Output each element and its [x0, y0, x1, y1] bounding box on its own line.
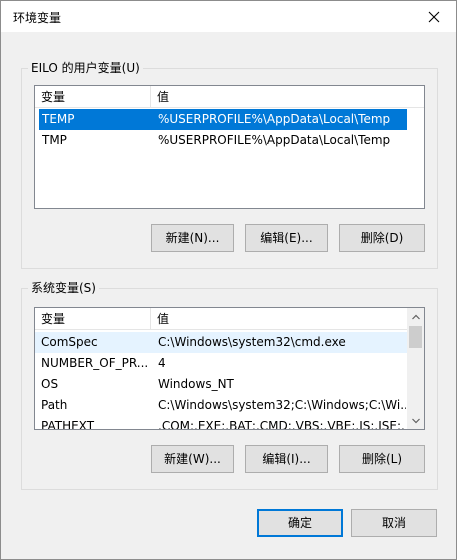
close-button[interactable]	[412, 1, 456, 32]
chevron-down-icon	[411, 418, 420, 423]
user-vars-list-header: 变量 值	[35, 86, 424, 108]
user-edit-button[interactable]: 编辑(E)...	[245, 224, 328, 252]
system-var-value: C:\Windows\system32\cmd.exe	[158, 335, 346, 349]
scroll-down-button[interactable]	[407, 412, 424, 429]
system-vars-group: 系统变量(S) 变量 值 ComSpec C:\Windows\system32…	[21, 281, 438, 490]
column-header-variable[interactable]: 变量	[35, 86, 151, 108]
user-vars-group: EILO 的用户变量(U) 变量 值 TEMP %USERPROFILE%\Ap…	[21, 61, 438, 269]
column-header-variable[interactable]: 变量	[35, 308, 151, 330]
column-header-value[interactable]: 值	[151, 86, 169, 108]
system-var-name: PATHEXT	[41, 419, 95, 430]
system-delete-button[interactable]: 删除(L)	[339, 445, 425, 473]
system-vars-list[interactable]: 变量 值 ComSpec C:\Windows\system32\cmd.exe…	[34, 307, 425, 430]
system-var-row[interactable]: NUMBER_OF_PR... 4	[35, 353, 409, 374]
user-vars-group-label: EILO 的用户变量(U)	[28, 61, 143, 75]
column-header-value[interactable]: 值	[151, 308, 169, 330]
env-vars-dialog: 环境变量 EILO 的用户变量(U) 变量 值 TEMP %USERPROFIL…	[0, 0, 457, 560]
system-var-name: OS	[41, 377, 59, 391]
user-var-value: %USERPROFILE%\AppData\Local\Temp	[158, 133, 391, 147]
window-title: 环境变量	[13, 11, 62, 25]
system-vars-group-label: 系统变量(S)	[28, 281, 99, 295]
system-var-row[interactable]: ComSpec C:\Windows\system32\cmd.exe	[35, 332, 409, 353]
user-var-row-tmp[interactable]: TMP %USERPROFILE%\AppData\Local\Temp	[39, 130, 407, 151]
system-var-name: ComSpec	[41, 335, 98, 349]
system-vars-list-header: 变量 值	[35, 308, 409, 330]
user-var-value: %USERPROFILE%\AppData\Local\Temp	[158, 112, 391, 126]
system-var-row[interactable]: OS Windows_NT	[35, 374, 409, 395]
user-var-row-temp[interactable]: TEMP %USERPROFILE%\AppData\Local\Temp	[39, 109, 407, 130]
chevron-up-icon	[411, 314, 420, 319]
ok-button[interactable]: 确定	[257, 509, 343, 537]
scroll-thumb[interactable]	[409, 326, 422, 348]
system-var-value: 4	[158, 356, 166, 370]
user-delete-button[interactable]: 删除(D)	[339, 224, 425, 252]
cancel-button[interactable]: 取消	[351, 509, 437, 537]
scroll-up-button[interactable]	[407, 308, 424, 325]
system-var-name: NUMBER_OF_PR...	[41, 356, 149, 370]
system-var-name: Path	[41, 398, 68, 412]
system-var-value: Windows_NT	[158, 377, 234, 391]
user-vars-list[interactable]: 变量 值 TEMP %USERPROFILE%\AppData\Local\Te…	[34, 85, 425, 209]
system-edit-button[interactable]: 编辑(I)...	[245, 445, 328, 473]
title-bar: 环境变量	[1, 1, 456, 32]
system-var-value: .COM;.EXE;.BAT;.CMD;.VBS;.VBE;.JS;.JSE;.…	[158, 419, 406, 430]
system-new-button[interactable]: 新建(W)...	[151, 445, 234, 473]
system-vars-scrollbar[interactable]	[407, 308, 424, 429]
user-var-name: TEMP	[42, 112, 75, 126]
system-var-row[interactable]: PATHEXT .COM;.EXE;.BAT;.CMD;.VBS;.VBE;.J…	[35, 416, 409, 430]
user-new-button[interactable]: 新建(N)...	[151, 224, 234, 252]
system-var-row[interactable]: Path C:\Windows\system32;C:\Windows;C:\W…	[35, 395, 409, 416]
system-var-value: C:\Windows\system32;C:\Windows;C:\Wi...	[158, 398, 406, 412]
user-var-name: TMP	[42, 133, 67, 147]
close-icon	[428, 11, 440, 22]
